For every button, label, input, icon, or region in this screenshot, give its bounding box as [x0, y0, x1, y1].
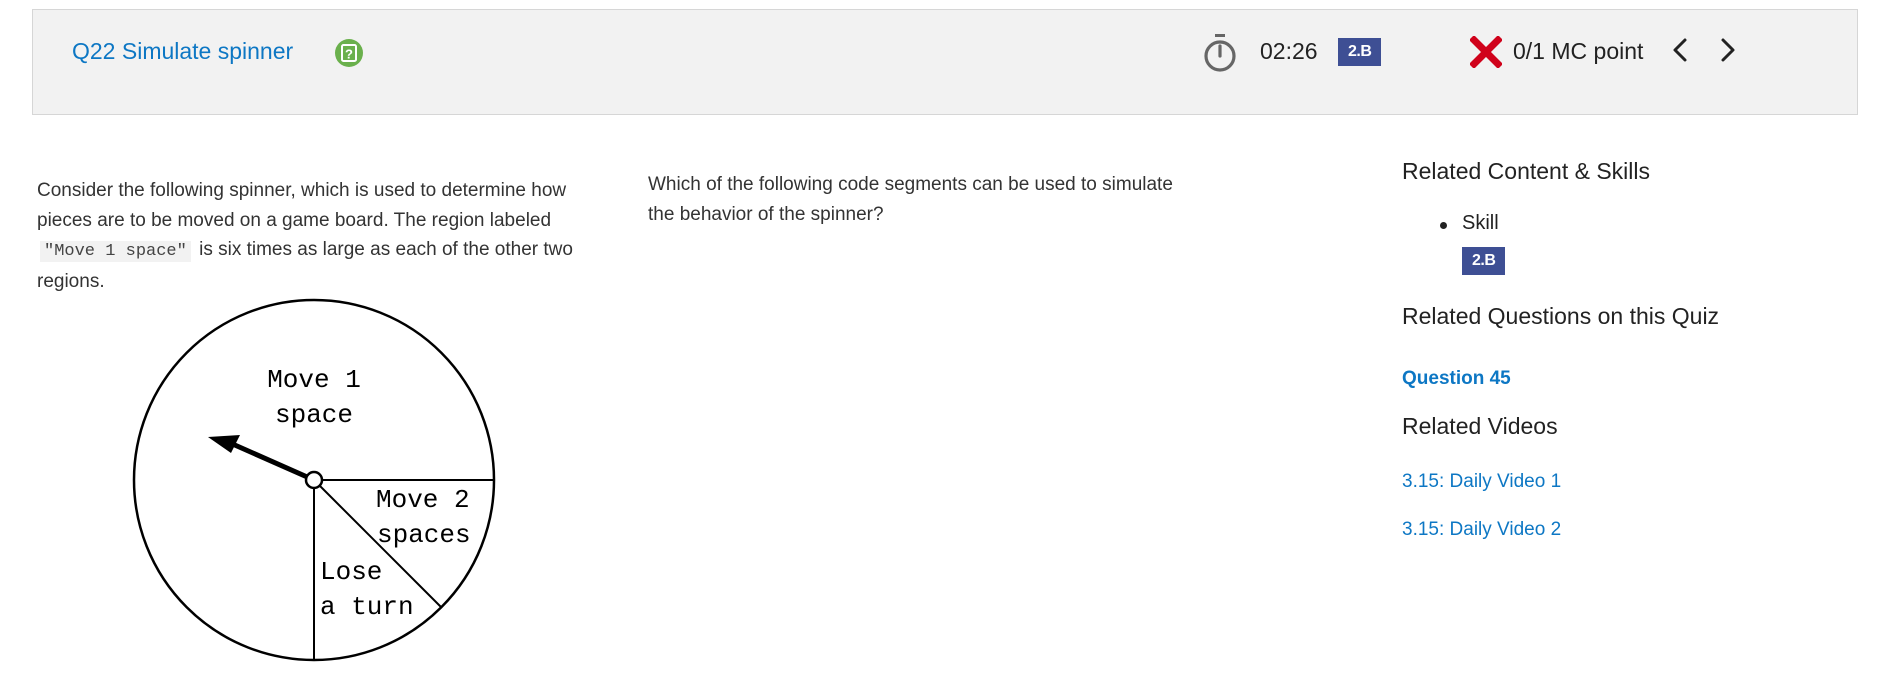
- question-title-link[interactable]: Q22 Simulate spinner: [72, 38, 293, 65]
- question-stem: Consider the following spinner, which is…: [37, 176, 597, 296]
- timer-value: 02:26: [1260, 38, 1318, 64]
- region-move1-line2: space: [275, 400, 353, 430]
- related-content-heading: Related Content & Skills: [1402, 158, 1651, 184]
- timer-icon: [1202, 32, 1238, 79]
- region-move1-line1: Move 1: [267, 365, 361, 395]
- question-prompt: Which of the following code segments can…: [648, 174, 1173, 225]
- skill-badge: 2.B: [1338, 38, 1382, 66]
- related-video-link[interactable]: 3.15: Daily Video 2: [1402, 519, 1561, 541]
- stem-text-part1: Consider the following spinner, which is…: [37, 180, 567, 231]
- skill-bullet: [1440, 222, 1447, 229]
- skill-label: Skill: [1462, 212, 1499, 234]
- region-move2-line1: Move 2: [376, 485, 470, 515]
- score-text: 0/1 MC point: [1513, 38, 1644, 64]
- related-videos-heading: Related Videos: [1402, 413, 1558, 439]
- help-icon[interactable]: ?: [334, 38, 364, 73]
- region-lose-line2: a turn: [320, 592, 414, 622]
- region-lose-line1: Lose: [320, 557, 382, 587]
- region-move2-line2: spaces: [377, 520, 471, 550]
- chevron-right-icon[interactable]: [1716, 36, 1740, 69]
- spinner-pivot: [304, 470, 324, 490]
- spinner-figure: Move 1 space Move 2 spaces Lose a turn: [132, 298, 496, 662]
- stem-code-label: "Move 1 space": [40, 241, 191, 262]
- svg-text:?: ?: [345, 47, 353, 62]
- related-questions-heading: Related Questions on this Quiz: [1402, 303, 1720, 329]
- related-video-link[interactable]: 3.15: Daily Video 1: [1402, 471, 1561, 493]
- chevron-left-icon[interactable]: [1668, 36, 1692, 69]
- related-question-link[interactable]: Question 45: [1402, 368, 1511, 390]
- x-icon: [1469, 35, 1503, 73]
- sidebar-skill-badge[interactable]: 2.B: [1462, 247, 1506, 275]
